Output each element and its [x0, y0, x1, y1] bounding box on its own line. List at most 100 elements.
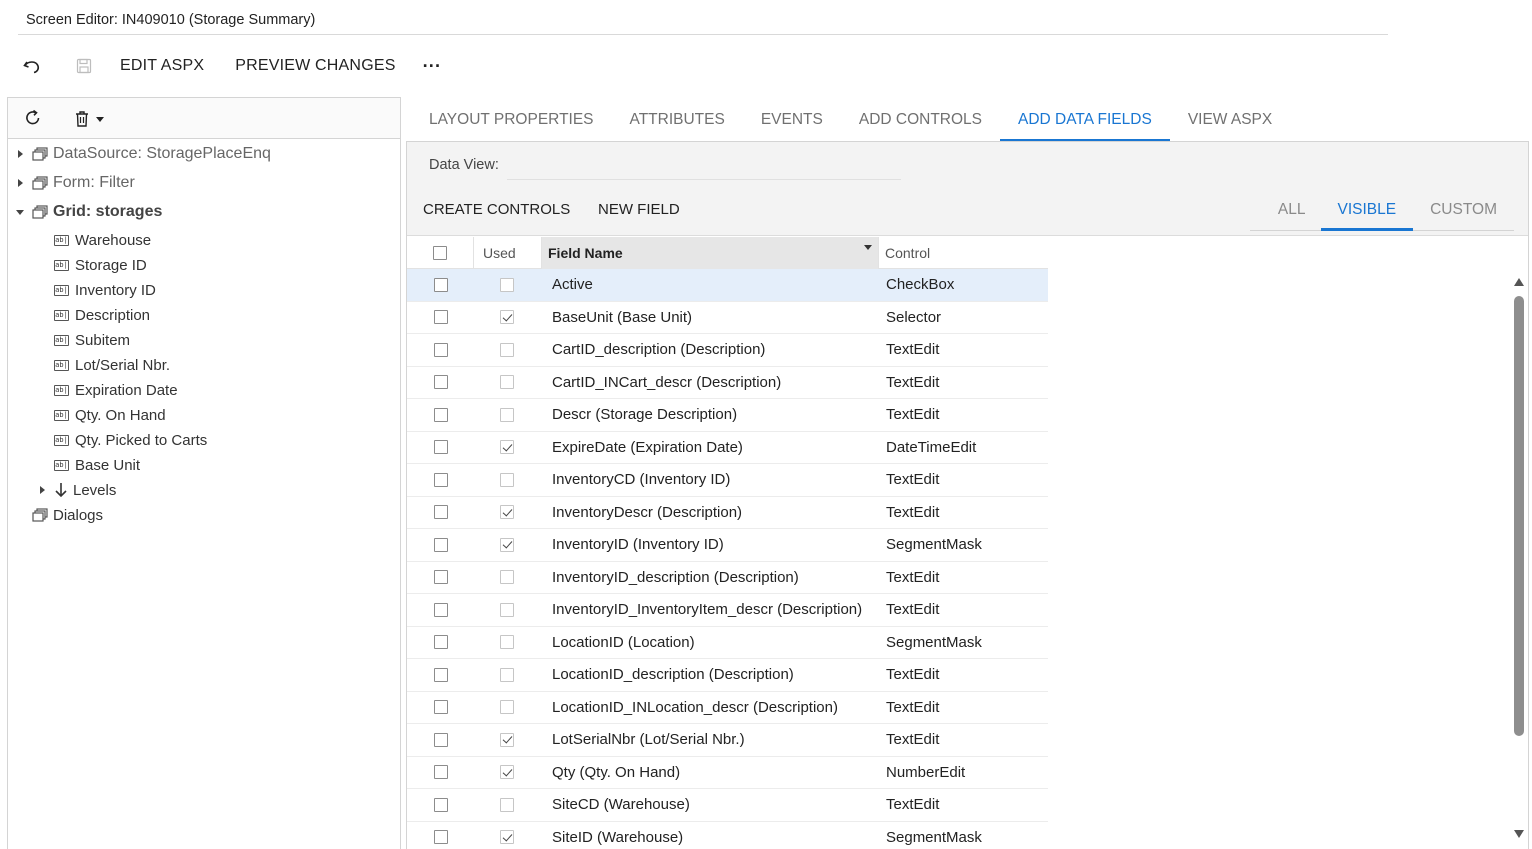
collapse-caret-icon[interactable] — [14, 206, 26, 218]
used-checkbox — [500, 440, 514, 455]
expand-caret-icon[interactable] — [36, 484, 48, 496]
tree-node-grid[interactable]: Grid: storages — [14, 200, 162, 224]
table-row[interactable]: CartID_description (Description) TextEdit — [407, 334, 1048, 367]
row-select-checkbox[interactable] — [433, 375, 448, 390]
scroll-down-icon[interactable] — [1514, 830, 1524, 838]
refresh-icon[interactable] — [24, 109, 44, 129]
used-cell — [474, 440, 542, 455]
row-select-checkbox[interactable] — [433, 635, 448, 650]
table-row[interactable]: InventoryID_description (Description) Tex… — [407, 562, 1048, 594]
field-name-cell: Qty (Qty. On Hand) — [552, 763, 681, 781]
table-row[interactable]: Descr (Storage Description) TextEdit — [407, 399, 1048, 432]
row-select-checkbox[interactable] — [433, 537, 448, 552]
row-select-checkbox[interactable] — [433, 700, 448, 715]
table-row[interactable]: LocationID_INLocation_descr (Description… — [407, 692, 1048, 724]
row-select-checkbox[interactable] — [433, 830, 448, 845]
used-checkbox — [500, 342, 514, 357]
create-controls-button[interactable]: CREATE CONTROLS — [423, 201, 570, 218]
row-select-checkbox[interactable] — [433, 407, 448, 422]
column-header-field-name[interactable]: Field Name — [542, 237, 879, 269]
row-select-checkbox[interactable] — [433, 570, 448, 585]
new-field-button[interactable]: NEW FIELD — [598, 201, 680, 218]
control-cell: Selector — [886, 308, 942, 326]
tab-view-aspx[interactable]: VIEW ASPX — [1170, 104, 1290, 142]
expand-caret-icon[interactable] — [14, 148, 26, 160]
more-menu-button[interactable]: ··· — [423, 56, 442, 77]
row-select-checkbox[interactable] — [433, 797, 448, 812]
table-row[interactable]: LotSerialNbr (Lot/Serial Nbr.) TextEdit — [407, 724, 1048, 757]
row-select-checkbox[interactable] — [433, 310, 448, 325]
undo-icon[interactable] — [18, 52, 46, 80]
scroll-up-icon[interactable] — [1514, 278, 1524, 286]
tree-leaf-field[interactable]: ab| Subitem — [54, 328, 130, 352]
filter-tab-all[interactable]: ALL — [1250, 194, 1321, 230]
table-row[interactable]: InventoryID (Inventory ID) SegmentMask — [407, 529, 1048, 562]
tree-leaf-field[interactable]: ab| Inventory ID — [54, 278, 156, 302]
tab-add-controls[interactable]: ADD CONTROLS — [841, 104, 1000, 142]
row-select-checkbox[interactable] — [433, 472, 448, 487]
tab-layout-properties[interactable]: LAYOUT PROPERTIES — [411, 104, 612, 142]
tree-leaf-field[interactable]: ab| Qty. Picked to Carts — [54, 428, 207, 452]
tree-leaf-field[interactable]: ab| Description — [54, 303, 150, 327]
filter-tab-custom[interactable]: CUSTOM — [1413, 194, 1514, 230]
tree-node-form[interactable]: Form: Filter — [14, 171, 135, 195]
tree-leaf-field[interactable]: ab| Qty. On Hand — [54, 403, 166, 427]
tree-leaf-field[interactable]: ab| Expiration Date — [54, 378, 178, 402]
table-row[interactable]: InventoryDescr (Description) TextEdit — [407, 497, 1048, 529]
filter-tab-visible[interactable]: VISIBLE — [1320, 194, 1414, 231]
expand-caret-icon[interactable] — [14, 177, 26, 189]
table-row[interactable]: SiteCD (Warehouse) TextEdit — [407, 789, 1048, 822]
control-cell: TextEdit — [886, 698, 940, 716]
save-icon[interactable] — [70, 52, 98, 80]
table-row[interactable]: BaseUnit (Base Unit) Selector — [407, 302, 1048, 334]
data-view-selector[interactable] — [507, 152, 901, 180]
used-checkbox — [500, 537, 514, 552]
used-cell — [474, 635, 542, 650]
tree-leaf-field[interactable]: ab| Base Unit — [54, 453, 140, 477]
used-checkbox — [500, 765, 514, 780]
table-row[interactable]: Qty (Qty. On Hand) NumberEdit — [407, 757, 1048, 789]
row-select-checkbox[interactable] — [433, 440, 448, 455]
tree-leaf-field[interactable]: ab| Storage ID — [54, 253, 147, 277]
row-select-checkbox[interactable] — [433, 342, 448, 357]
column-header-control[interactable]: Control — [879, 237, 1048, 269]
tree-node-levels[interactable]: Levels — [36, 478, 116, 502]
tab-add-data-fields[interactable]: ADD DATA FIELDS — [1000, 104, 1170, 142]
table-row[interactable]: Active CheckBox — [407, 269, 1048, 302]
delete-dropdown-button[interactable] — [74, 109, 114, 129]
tree-leaf-field[interactable]: ab| Lot/Serial Nbr. — [54, 353, 170, 377]
field-name-cell: InventoryID_description (Description) — [552, 568, 799, 586]
table-row[interactable]: InventoryCD (Inventory ID) TextEdit — [407, 464, 1048, 497]
row-select-checkbox[interactable] — [433, 667, 448, 682]
used-checkbox — [500, 310, 514, 325]
tree-node-dialogs[interactable]: Dialogs — [32, 503, 103, 527]
table-row[interactable]: SiteID (Warehouse) SegmentMask — [407, 822, 1048, 849]
column-header-used[interactable]: Used — [474, 237, 542, 269]
table-row[interactable]: ExpireDate (Expiration Date) DateTimeEdit — [407, 432, 1048, 464]
tree-node-datasource[interactable]: DataSource: StoragePlaceEnq — [14, 142, 271, 166]
row-select-checkbox[interactable] — [433, 505, 448, 520]
edit-aspx-button[interactable]: EDIT ASPX — [120, 57, 204, 75]
scrollbar-thumb[interactable] — [1514, 296, 1524, 736]
used-checkbox — [500, 277, 514, 292]
used-checkbox — [500, 602, 514, 617]
table-row[interactable]: LocationID_description (Description) Text… — [407, 659, 1048, 692]
table-row[interactable]: InventoryID_InventoryItem_descr (Descrip… — [407, 594, 1048, 627]
used-cell — [474, 375, 542, 390]
chevron-down-icon — [96, 116, 104, 122]
tab-events[interactable]: EVENTS — [743, 104, 841, 142]
row-select-checkbox[interactable] — [433, 277, 448, 292]
used-checkbox — [500, 570, 514, 585]
tree-leaf-field[interactable]: ab| Warehouse — [54, 228, 151, 252]
row-select-checkbox[interactable] — [433, 732, 448, 747]
table-row[interactable]: LocationID (Location) SegmentMask — [407, 627, 1048, 659]
table-row[interactable]: CartID_INCart_descr (Description) TextEdi… — [407, 367, 1048, 399]
row-select-checkbox[interactable] — [433, 765, 448, 780]
vertical-scrollbar[interactable] — [1512, 278, 1526, 838]
select-all-checkbox[interactable] — [433, 246, 447, 260]
row-select-cell — [407, 472, 474, 487]
preview-changes-button[interactable]: PREVIEW CHANGES — [235, 57, 395, 75]
select-all-header — [407, 237, 474, 269]
row-select-checkbox[interactable] — [433, 602, 448, 617]
tab-attributes[interactable]: ATTRIBUTES — [612, 104, 743, 142]
